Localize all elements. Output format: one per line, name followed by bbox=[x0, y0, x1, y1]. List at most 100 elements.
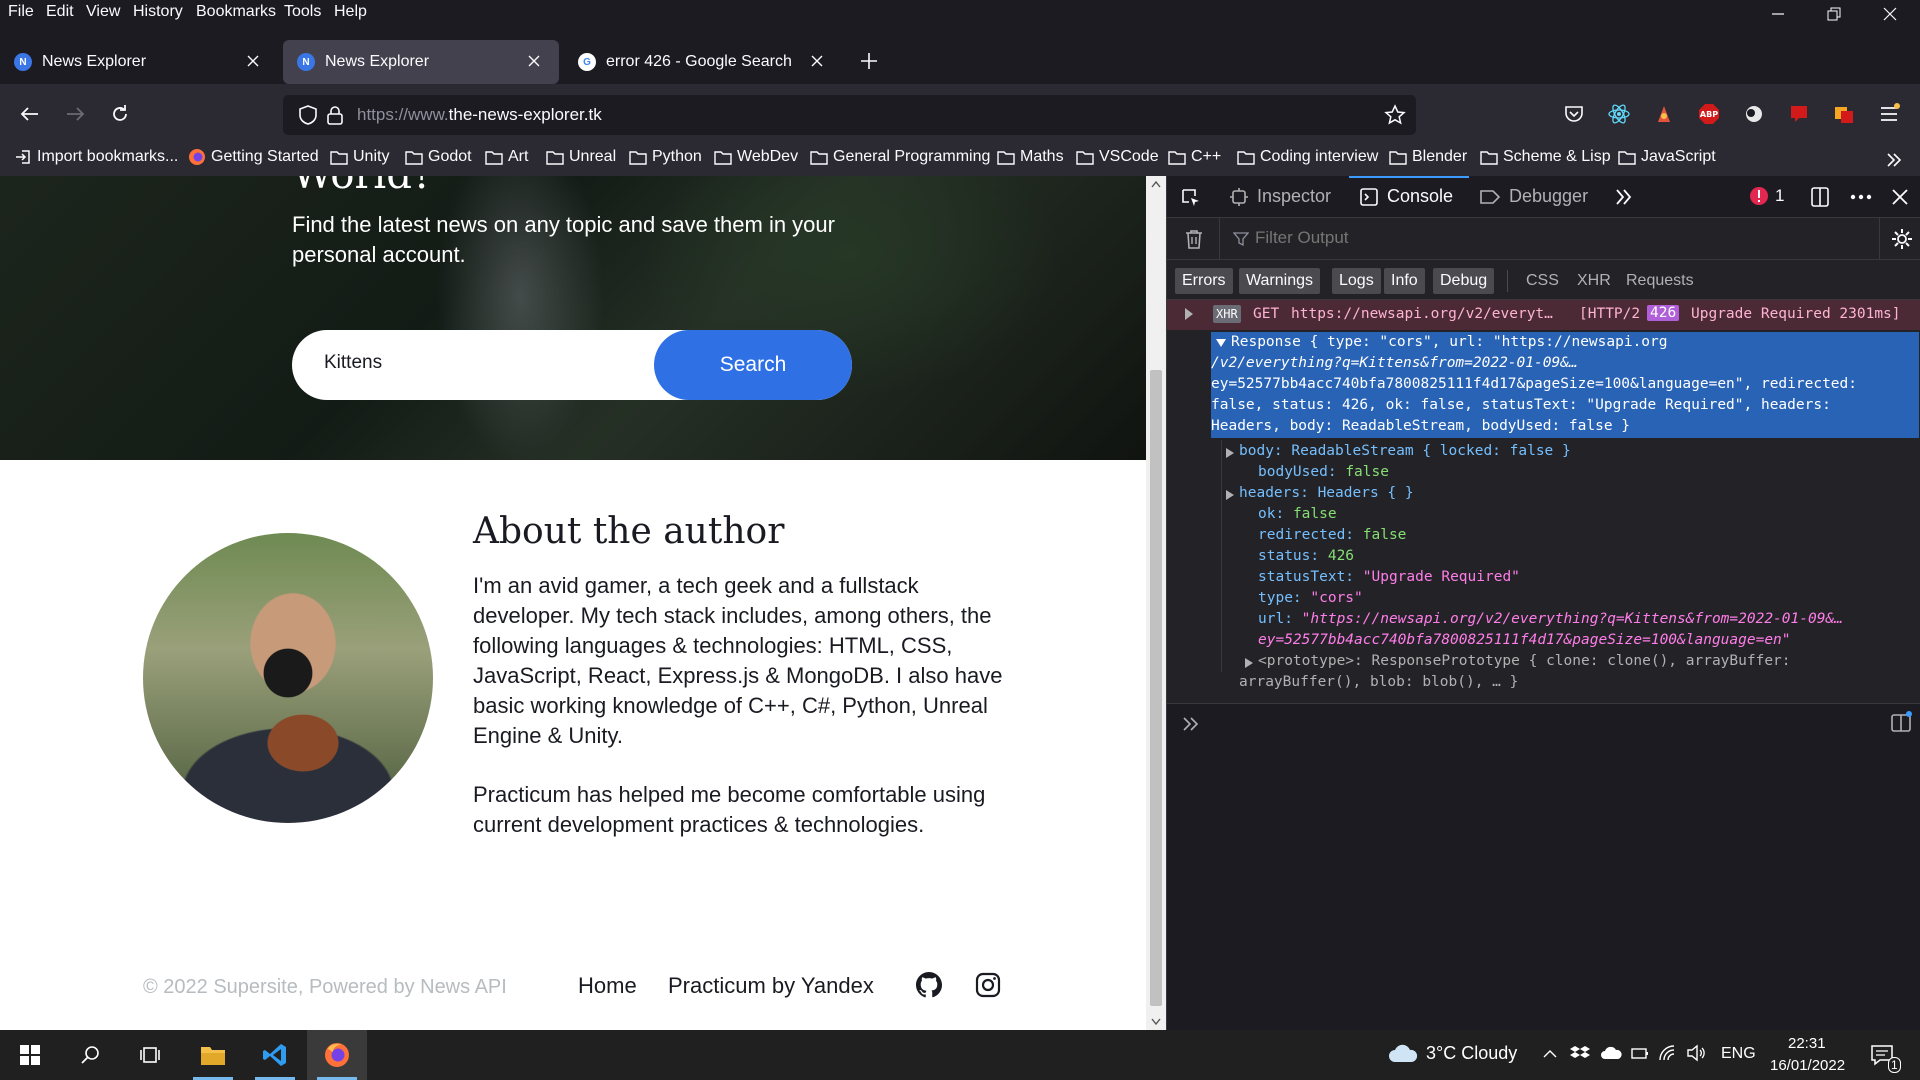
menu-bookmarks[interactable]: Bookmarks bbox=[196, 3, 276, 21]
menu-edit[interactable]: Edit bbox=[46, 3, 74, 21]
new-tab-icon[interactable] bbox=[858, 50, 880, 72]
lock-icon[interactable] bbox=[325, 104, 345, 126]
menu-tools[interactable]: Tools bbox=[284, 3, 321, 21]
wifi-icon[interactable] bbox=[1658, 1044, 1678, 1062]
tab-google-search[interactable]: G error 426 - Google Search bbox=[564, 40, 842, 84]
filter-xhr[interactable]: XHR bbox=[1570, 268, 1618, 294]
expand-triangle-icon[interactable] bbox=[1183, 306, 1195, 322]
tab-news-explorer-2[interactable]: N News Explorer bbox=[283, 40, 559, 84]
page-scrollbar[interactable] bbox=[1146, 176, 1166, 1030]
bookmark-getting-started[interactable]: Getting Started bbox=[188, 148, 319, 166]
bookmark-folder-maths[interactable]: Maths bbox=[997, 148, 1064, 166]
url-bar[interactable]: https://www.the-news-explorer.tk bbox=[283, 95, 1416, 135]
expand-triangle-icon[interactable] bbox=[1244, 657, 1254, 669]
bookmark-folder-python[interactable]: Python bbox=[629, 148, 702, 166]
firefox-app[interactable] bbox=[307, 1030, 367, 1080]
bookmark-folder-vscode[interactable]: VSCode bbox=[1076, 148, 1159, 166]
close-tab-icon[interactable] bbox=[244, 52, 262, 70]
pocket-icon[interactable] bbox=[1562, 102, 1586, 126]
filter-debug[interactable]: Debug bbox=[1433, 268, 1495, 294]
back-icon[interactable] bbox=[18, 102, 42, 126]
github-icon[interactable] bbox=[916, 972, 942, 998]
xhr-url[interactable]: https://newsapi.org/v2/everyt… bbox=[1291, 306, 1553, 322]
dropbox-icon[interactable] bbox=[1570, 1044, 1590, 1062]
bookmark-folder-scheme-lisp[interactable]: Scheme & Lisp bbox=[1480, 148, 1611, 166]
extension-icon[interactable] bbox=[1742, 102, 1766, 126]
bookmark-folder-unity[interactable]: Unity bbox=[330, 148, 389, 166]
bookmark-folder-art[interactable]: Art bbox=[485, 148, 528, 166]
react-devtools-icon[interactable] bbox=[1607, 102, 1631, 126]
response-object-summary[interactable]: Response { type: "cors", url: "https://n… bbox=[1211, 332, 1919, 438]
footer-link-practicum[interactable]: Practicum by Yandex bbox=[668, 973, 874, 999]
filter-output-input[interactable] bbox=[1255, 228, 1755, 248]
element-picker-icon[interactable] bbox=[1179, 186, 1203, 210]
file-explorer-app[interactable] bbox=[183, 1030, 243, 1080]
bookmark-folder-godot[interactable]: Godot bbox=[405, 148, 472, 166]
expand-triangle-icon[interactable] bbox=[1225, 447, 1235, 459]
vscode-app[interactable] bbox=[245, 1030, 305, 1080]
close-tab-icon[interactable] bbox=[808, 52, 826, 70]
scroll-up-icon[interactable] bbox=[1151, 180, 1161, 188]
bookmark-folder-webdev[interactable]: WebDev bbox=[714, 148, 798, 166]
language-indicator[interactable]: ENG bbox=[1721, 1045, 1756, 1063]
more-options-icon[interactable] bbox=[1849, 186, 1873, 208]
footer-link-home[interactable]: Home bbox=[578, 973, 637, 999]
scrollbar-thumb[interactable] bbox=[1150, 370, 1162, 1006]
scroll-down-icon[interactable] bbox=[1151, 1018, 1161, 1026]
forward-icon[interactable] bbox=[63, 102, 87, 126]
console-input-area[interactable] bbox=[1167, 703, 1920, 1030]
tab-news-explorer-1[interactable]: N News Explorer bbox=[0, 40, 278, 84]
menu-view[interactable]: View bbox=[86, 3, 120, 21]
show-hidden-icons-chevron-icon[interactable] bbox=[1542, 1046, 1558, 1062]
bookmark-folder-unreal[interactable]: Unreal bbox=[546, 148, 616, 166]
xhr-error-row[interactable]: XHR GET https://newsapi.org/v2/everyt… [… bbox=[1167, 300, 1920, 330]
console-settings-gear-icon[interactable] bbox=[1891, 228, 1913, 250]
error-count-badge[interactable]: 1 bbox=[1749, 186, 1784, 206]
extension-icon[interactable] bbox=[1652, 102, 1676, 126]
extension-icon[interactable] bbox=[1832, 102, 1856, 126]
adblock-plus-icon[interactable]: ABP bbox=[1697, 102, 1721, 126]
collapse-triangle-icon[interactable] bbox=[1215, 338, 1227, 348]
filter-requests[interactable]: Requests bbox=[1619, 268, 1701, 294]
more-tools-chevron-icon[interactable] bbox=[1613, 186, 1635, 208]
restore-icon[interactable] bbox=[1824, 4, 1844, 24]
weather-widget[interactable]: 3°C Cloudy bbox=[1388, 1042, 1517, 1064]
split-editor-icon[interactable] bbox=[1889, 710, 1913, 734]
clock-time[interactable]: 22:31 bbox=[1788, 1035, 1826, 1052]
task-view-button[interactable] bbox=[120, 1030, 180, 1080]
menu-history[interactable]: History bbox=[133, 3, 183, 21]
clear-console-trash-icon[interactable] bbox=[1183, 228, 1205, 250]
minimize-icon[interactable] bbox=[1768, 4, 1788, 24]
search-button[interactable] bbox=[60, 1030, 120, 1080]
search-button[interactable]: Search bbox=[654, 330, 852, 400]
url-text[interactable]: https://www.the-news-explorer.tk bbox=[357, 105, 602, 125]
extension-icon[interactable] bbox=[1787, 102, 1811, 126]
filter-errors[interactable]: Errors bbox=[1175, 268, 1233, 294]
dock-side-icon[interactable] bbox=[1809, 186, 1831, 208]
tab-debugger[interactable]: Debugger bbox=[1479, 186, 1588, 207]
search-input[interactable] bbox=[324, 352, 604, 374]
tab-console[interactable]: Console bbox=[1359, 186, 1453, 207]
close-window-icon[interactable] bbox=[1880, 4, 1900, 24]
prop-prototype[interactable]: <prototype>: ResponsePrototype { clone: … bbox=[1245, 653, 1791, 669]
prop-url[interactable]: url: "https://newsapi.org/v2/everything?… bbox=[1258, 611, 1843, 627]
bookmark-folder-blender[interactable]: Blender bbox=[1389, 148, 1467, 166]
battery-icon[interactable] bbox=[1630, 1045, 1650, 1061]
instagram-icon[interactable] bbox=[975, 972, 1001, 998]
menu-file[interactable]: File bbox=[8, 3, 34, 21]
bookmark-import[interactable]: Import bookmarks... bbox=[14, 148, 178, 166]
bookmark-folder-coding-interview[interactable]: Coding interview bbox=[1237, 148, 1378, 166]
filter-logs[interactable]: Logs bbox=[1332, 268, 1381, 294]
tab-inspector[interactable]: Inspector bbox=[1229, 186, 1331, 207]
filter-warnings[interactable]: Warnings bbox=[1239, 268, 1320, 294]
filter-css[interactable]: CSS bbox=[1519, 268, 1566, 294]
close-tab-icon[interactable] bbox=[525, 52, 543, 70]
filter-info[interactable]: Info bbox=[1384, 268, 1425, 294]
bookmark-folder-javascript[interactable]: JavaScript bbox=[1618, 148, 1716, 166]
start-button[interactable] bbox=[0, 1030, 60, 1080]
onedrive-cloud-icon[interactable] bbox=[1600, 1045, 1622, 1061]
bookmark-star-icon[interactable] bbox=[1384, 104, 1406, 126]
clock-date[interactable]: 16/01/2022 bbox=[1770, 1057, 1845, 1074]
close-devtools-icon[interactable] bbox=[1889, 186, 1911, 208]
prop-body[interactable]: body: ReadableStream { locked: false } bbox=[1226, 443, 1571, 459]
